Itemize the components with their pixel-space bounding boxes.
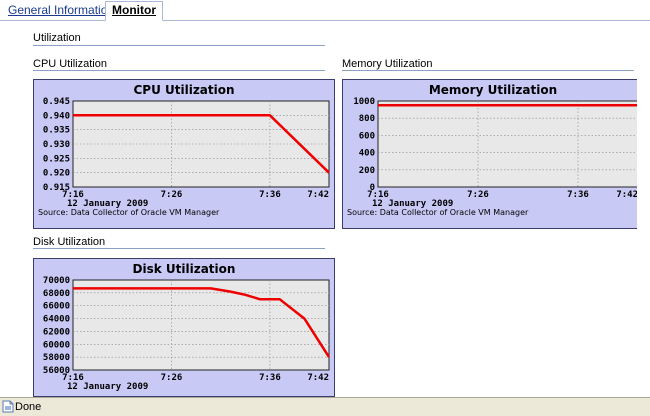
x-tick-label: 7:26 — [467, 190, 489, 200]
chart-title: CPU Utilization — [133, 83, 234, 97]
y-tick-label: 0.925 — [43, 154, 70, 164]
plot-area — [377, 100, 639, 188]
memory-section-label: Memory Utilization — [342, 58, 433, 70]
y-tick-label: 0.930 — [43, 140, 70, 150]
y-tick-label: 800 — [359, 114, 375, 124]
memory-section-rule — [342, 70, 634, 71]
disk-section-label: Disk Utilization — [33, 236, 106, 248]
x-tick-label: 7:36 — [259, 190, 281, 200]
x-tick-label: 7:36 — [567, 190, 589, 200]
y-tick-label: 0.920 — [43, 169, 70, 179]
y-tick-label: 0.945 — [43, 97, 70, 107]
y-tick-label: 62000 — [43, 327, 70, 337]
x-tick-label: 7:42 — [307, 373, 329, 383]
date-label: 12 January 2009 — [67, 382, 148, 392]
tab-monitor[interactable]: Monitor — [105, 1, 163, 21]
y-tick-label: 0.940 — [43, 111, 70, 121]
status-text: Done — [15, 401, 42, 413]
x-tick-label: 7:26 — [161, 373, 183, 383]
y-tick-label: 58000 — [43, 353, 70, 363]
x-tick-label: 7:26 — [161, 190, 183, 200]
x-tick-label: 7:36 — [259, 373, 281, 383]
cpu-section-label: CPU Utilization — [33, 58, 107, 70]
y-tick-label: 400 — [359, 149, 375, 159]
utilization-rule — [33, 45, 325, 46]
utilization-heading: Utilization — [33, 32, 81, 44]
y-tick-label: 0.935 — [43, 126, 70, 136]
x-tick-label: 7:42 — [616, 190, 638, 200]
y-tick-label: 70000 — [43, 276, 70, 286]
y-tick-label: 66000 — [43, 302, 70, 312]
disk-utilization-chart: Disk Utilization 70000 68000 66000 64000 6200… — [33, 258, 335, 397]
memory-utilization-chart: Memory Utilization100080060040020007:16 7… — [342, 79, 644, 229]
x-tick-label: 7:42 — [307, 190, 329, 200]
plot-area — [72, 279, 330, 371]
source-note: Source: Data Collector of Oracle VM Mana… — [38, 208, 220, 217]
tab-general-information[interactable]: General Information — [8, 3, 114, 17]
tab-bar: General Information Monitor — [0, 0, 650, 21]
page-done-icon — [2, 400, 14, 413]
y-tick-label: 68000 — [43, 289, 70, 299]
y-tick-label: 1000 — [353, 97, 375, 107]
y-tick-label: 60000 — [43, 340, 70, 350]
status-bar: Done — [0, 397, 650, 416]
y-tick-label: 64000 — [43, 315, 70, 325]
cpu-section-rule — [33, 70, 325, 71]
y-tick-label: 200 — [359, 166, 375, 176]
cpu-utilization-chart: CPU Utilization 0.945 0.940 0.935 0.930 0.925… — [33, 79, 335, 229]
source-note: Source: Data Collector of Oracle VM Mana… — [347, 208, 529, 217]
chart-title: Memory Utilization — [429, 83, 557, 97]
y-tick-label: 600 — [359, 131, 375, 141]
disk-section-rule — [33, 248, 325, 249]
vertical-scrollbar[interactable] — [637, 21, 650, 397]
chart-title: Disk Utilization — [133, 262, 236, 276]
